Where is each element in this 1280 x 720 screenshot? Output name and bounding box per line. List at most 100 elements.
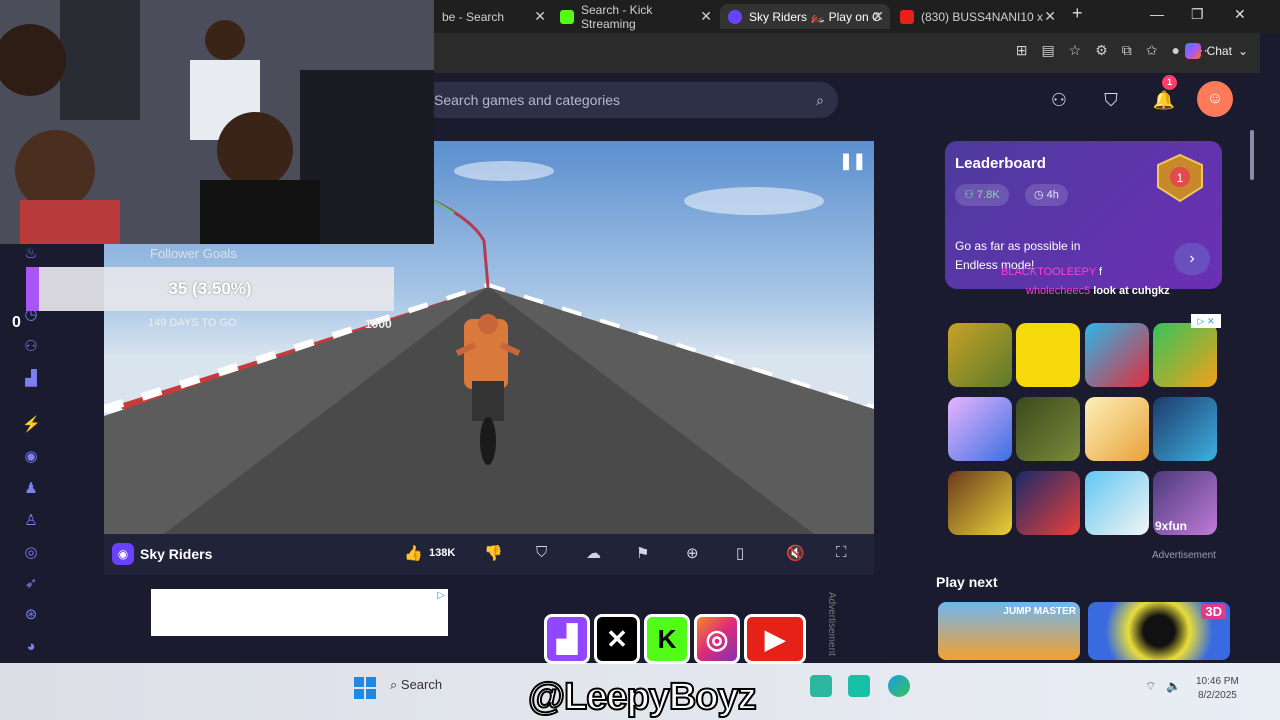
banner-ad[interactable]: ▷ <box>151 589 448 636</box>
overlay-counter: 0 <box>12 314 21 331</box>
reader-icon[interactable]: ▤ <box>1041 42 1054 59</box>
game-tile[interactable] <box>1153 323 1217 387</box>
racing-icon[interactable]: ➶ <box>22 575 40 593</box>
chevron-right-icon[interactable]: › <box>1174 243 1210 275</box>
bookmark-game-icon[interactable]: ⛉ <box>536 544 547 561</box>
adchoices-icon[interactable]: ▷ ✕ <box>1191 314 1221 328</box>
multiplayer-icon[interactable]: ⚇ <box>22 338 40 356</box>
app-icon[interactable] <box>810 675 832 697</box>
chat-username: BLACKTOOLEEPY <box>1001 266 1096 278</box>
leaderboard-title: Leaderboard <box>955 155 1046 172</box>
shooting-icon[interactable]: ◎ <box>22 544 40 562</box>
volume-icon[interactable]: 🔈 <box>1166 679 1181 693</box>
report-icon[interactable]: ⚑ <box>636 544 649 562</box>
game-tile[interactable] <box>1016 397 1080 461</box>
flame-icon[interactable]: ♨ <box>22 245 40 263</box>
chat-username: wholecheec5 <box>1026 285 1091 297</box>
tile-label: 3D <box>1201 604 1226 619</box>
favorites-icon[interactable]: ✩ <box>1146 42 1158 59</box>
app-icon[interactable]: ⊞ <box>1016 42 1028 59</box>
tab-close-icon[interactable]: ✕ <box>1044 8 1056 25</box>
cloud-save-icon[interactable]: ☁ <box>586 544 601 562</box>
notification-badge: 1 <box>1162 75 1177 90</box>
game-tile[interactable]: 9xfun <box>1153 471 1217 535</box>
follower-goal-title: Follower Goals <box>150 246 237 261</box>
adchoices-icon[interactable]: ▷ <box>437 590 445 601</box>
new-tab-icon[interactable]: + <box>1072 3 1083 24</box>
scrollbar-thumb[interactable] <box>1250 130 1254 180</box>
favorite-icon[interactable]: ☆ <box>1069 42 1082 59</box>
tab-search[interactable]: be - Search ✕ <box>434 4 552 29</box>
game-tile[interactable] <box>1016 471 1080 535</box>
chat-message: BLACKTOOLEEPY f <box>1001 266 1102 278</box>
maximize-icon[interactable]: ❐ <box>1191 6 1204 23</box>
tab-youtube[interactable]: (830) BUSS4NANI10 x ✕ <box>892 4 1062 29</box>
taskbar-clock[interactable]: 10:46 PM 8/2/2025 <box>1196 675 1239 703</box>
webcam-feed <box>0 0 434 244</box>
game-tile[interactable] <box>1085 471 1149 535</box>
leaderboard-icon[interactable]: ▟ <box>22 370 40 388</box>
wifi-icon[interactable]: ⌔ <box>1145 679 1156 694</box>
taskbar-search[interactable]: ⌕ Search <box>390 677 442 693</box>
character-icon[interactable]: ♙ <box>22 512 40 530</box>
site-logo-icon[interactable]: ◉ <box>112 543 134 565</box>
tab-kick-search[interactable]: Search - Kick Streaming ✕ <box>552 3 718 31</box>
rank-badge-icon: 1 <box>1157 153 1203 203</box>
bookmark-icon[interactable]: ⛉ <box>1098 87 1124 113</box>
theater-icon[interactable]: ⊕ <box>686 544 699 562</box>
close-window-icon[interactable]: ✕ <box>1234 6 1246 23</box>
instagram-icon: ◎ <box>694 614 740 664</box>
kick-icon <box>560 9 574 24</box>
friends-icon[interactable]: ⚇ <box>1046 87 1072 113</box>
game-tile[interactable] <box>1085 397 1149 461</box>
game-toolbar: ◉ Sky Riders 👍 138K 👎 ⛉ ☁ ⚑ ⊕ ▯ 🔇 ⛶ <box>104 534 874 575</box>
chat-label: Chat <box>1206 44 1232 58</box>
split-icon[interactable]: ⧉ <box>1122 42 1132 59</box>
game-tile[interactable] <box>1153 397 1217 461</box>
dislike-icon[interactable]: 👎 <box>484 544 503 562</box>
game-tile[interactable] <box>948 397 1012 461</box>
game-tile[interactable] <box>948 323 1012 387</box>
puzzle-icon[interactable]: ♟ <box>22 480 40 498</box>
pause-icon[interactable]: ❚❚ <box>839 151 866 171</box>
compass-icon[interactable]: ◉ <box>22 448 40 466</box>
notifications-icon[interactable]: 🔔 <box>1151 87 1177 113</box>
steering-icon[interactable]: ⊛ <box>22 606 40 624</box>
follower-goal-target: 1000 <box>365 317 392 331</box>
fullscreen-icon[interactable]: ⛶ <box>836 544 847 561</box>
tab-label: be - Search <box>442 9 505 24</box>
copilot-chat-button[interactable]: Chat ⌄ <box>1184 43 1248 59</box>
youtube-icon: ▶ <box>744 614 806 664</box>
tab-sky-riders[interactable]: Sky Riders 🏍️ Play on C ✕ <box>720 4 890 29</box>
extensions-icon[interactable]: ⚙ <box>1095 42 1108 59</box>
follower-goal-value: 35 (3.50%) <box>168 279 252 298</box>
play-next-tile[interactable]: JUMP MASTER <box>938 602 1080 660</box>
search-placeholder: Search games and categories <box>434 92 620 108</box>
play-next-tile[interactable]: 3D <box>1088 602 1230 660</box>
game-tile[interactable] <box>1016 323 1080 387</box>
like-icon[interactable]: 👍 <box>404 544 423 562</box>
scrollbar[interactable] <box>1249 130 1255 660</box>
game-tile[interactable] <box>1085 323 1149 387</box>
game-tile[interactable] <box>948 471 1012 535</box>
lightning-icon[interactable]: ⚡ <box>22 416 41 434</box>
profile-icon[interactable]: ● <box>1172 42 1180 59</box>
search-icon[interactable]: ⌕ <box>816 82 824 118</box>
x-icon: ✕ <box>594 614 640 664</box>
player-count: 7.8K <box>976 189 1000 201</box>
search-input[interactable]: Search games and categories ⌕ <box>420 82 838 118</box>
tile-label: JUMP MASTER <box>1003 606 1076 617</box>
tab-label: (830) BUSS4NANI10 x <box>921 9 1044 24</box>
app-icon[interactable] <box>848 675 870 697</box>
avatar[interactable]: ☺ <box>1197 81 1233 117</box>
play-next-title: Play next <box>936 574 998 590</box>
minimize-icon[interactable]: — <box>1150 6 1164 22</box>
tab-close-icon[interactable]: ✕ <box>872 8 884 25</box>
sports-icon[interactable]: ◕ <box>22 638 40 656</box>
mute-icon[interactable]: 🔇 <box>786 544 805 562</box>
edge-icon[interactable] <box>888 675 910 697</box>
tab-close-icon[interactable]: ✕ <box>534 8 546 25</box>
mobile-icon[interactable]: ▯ <box>736 544 744 562</box>
windows-start-icon[interactable] <box>354 677 376 699</box>
tab-close-icon[interactable]: ✕ <box>700 8 712 25</box>
